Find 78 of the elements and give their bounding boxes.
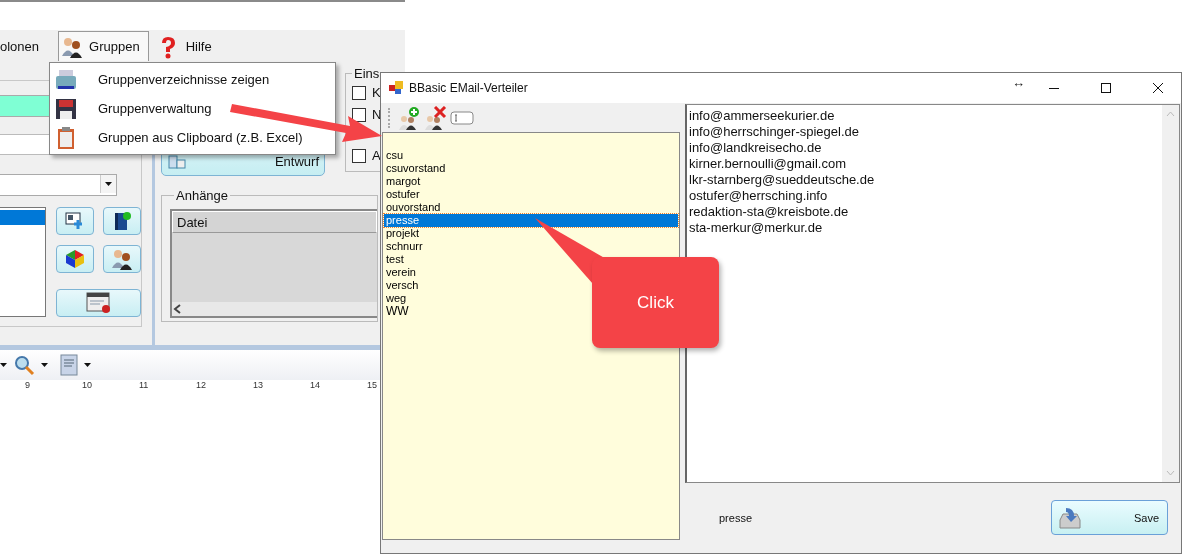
group-item[interactable]: csuvorstand <box>384 162 446 175</box>
vertical-scrollbar[interactable] <box>1162 105 1179 482</box>
column-header[interactable]: Datei <box>172 211 377 233</box>
minimize-icon <box>1049 87 1059 89</box>
callout-text: Click <box>592 257 719 348</box>
email-address: redaktion-sta@kreisbote.de <box>689 204 850 220</box>
add-person-icon[interactable] <box>398 105 422 130</box>
cube-button[interactable] <box>56 245 94 274</box>
add-book-button[interactable] <box>103 207 141 235</box>
menu-item[interactable]: olonen <box>0 31 49 61</box>
ruler-number: 11 <box>138 380 150 392</box>
card-add-icon <box>65 212 85 230</box>
menu-item[interactable]: Gruppen <box>58 31 149 61</box>
people-icon <box>111 248 133 271</box>
remove-person-icon[interactable] <box>424 105 448 130</box>
caret-icon <box>105 182 112 186</box>
ruler-number: 13 <box>252 380 264 392</box>
people-icon <box>61 35 84 58</box>
group-item[interactable]: projekt <box>384 227 420 240</box>
grid-icon <box>168 155 186 169</box>
checkbox-label: N <box>372 107 382 122</box>
ruler-number: 12 <box>195 380 207 392</box>
resize-glyph: ↔ <box>1012 75 1025 90</box>
group-title: Anhänge <box>175 188 230 203</box>
email-address: sta-merkur@merkur.de <box>689 220 824 236</box>
ruler-number: 14 <box>309 380 321 392</box>
menu-entry[interactable]: Gruppenverwaltung <box>50 94 335 123</box>
ruler-number: 10 <box>81 380 93 392</box>
group-item[interactable]: verein <box>384 266 416 279</box>
group-item[interactable]: ouvorstand <box>384 201 441 214</box>
add-user-button[interactable] <box>56 207 94 235</box>
window-title: BBasic EMail-Verteiler <box>409 81 529 95</box>
menu-entry[interactable]: Gruppenverzeichnisse zeigen <box>50 65 335 94</box>
app-icon <box>389 81 403 95</box>
group-item[interactable]: versch <box>384 279 419 292</box>
group-item[interactable]: weg <box>384 292 407 305</box>
checkbox-label: A <box>372 148 381 163</box>
group-item[interactable]: csu <box>384 149 404 162</box>
checkbox[interactable] <box>352 107 366 122</box>
caret-icon <box>41 363 48 367</box>
delete-window-button[interactable] <box>56 288 141 317</box>
caret-icon <box>84 363 91 367</box>
checkbox[interactable] <box>352 148 366 163</box>
group-item[interactable]: margot <box>384 175 421 188</box>
horizontal-scrollbar[interactable] <box>172 302 377 316</box>
email-address: ostufer@herrsching.info <box>689 188 829 204</box>
scroll-up-icon <box>1166 111 1175 117</box>
status-text: presse <box>719 511 753 524</box>
maximize-icon <box>1101 83 1111 93</box>
ruler-number: 15 <box>366 380 378 392</box>
printer-icon <box>54 67 78 92</box>
close-icon <box>1153 83 1163 93</box>
group-item[interactable]: ostufer <box>384 188 420 201</box>
email-address: info@ammerseekurier.de <box>689 108 836 124</box>
save-button[interactable]: Save <box>1051 500 1168 535</box>
list-box[interactable] <box>0 207 46 317</box>
group-title: Eins <box>353 66 381 81</box>
menu-item[interactable]: Hilfe <box>152 31 221 61</box>
scroll-down-icon <box>1166 470 1175 476</box>
cube-icon <box>65 249 85 270</box>
group-item[interactable]: test <box>384 253 404 266</box>
email-address: kirner.bernoulli@gmail.com <box>689 156 847 172</box>
group-item[interactable]: WW <box>384 305 409 318</box>
email-address: lkr-starnberg@sueddeutsche.de <box>689 172 876 188</box>
group-item[interactable]: presse <box>384 214 678 227</box>
email-address: info@herrschinger-spiegel.de <box>689 124 860 140</box>
save-icon <box>1058 505 1082 530</box>
checkbox-label: K <box>372 85 381 100</box>
group-item[interactable]: schnurr <box>384 240 423 253</box>
window-delete-icon <box>85 291 112 314</box>
email-text-area[interactable] <box>685 104 1180 483</box>
caret-icon <box>0 363 7 367</box>
email-address: info@landkreisecho.de <box>689 140 823 156</box>
ruler-number: 9 <box>24 380 31 392</box>
group-button[interactable] <box>103 245 141 274</box>
book-add-icon <box>113 211 131 231</box>
checkbox[interactable] <box>352 85 366 100</box>
zoom-icon[interactable] <box>13 354 35 376</box>
